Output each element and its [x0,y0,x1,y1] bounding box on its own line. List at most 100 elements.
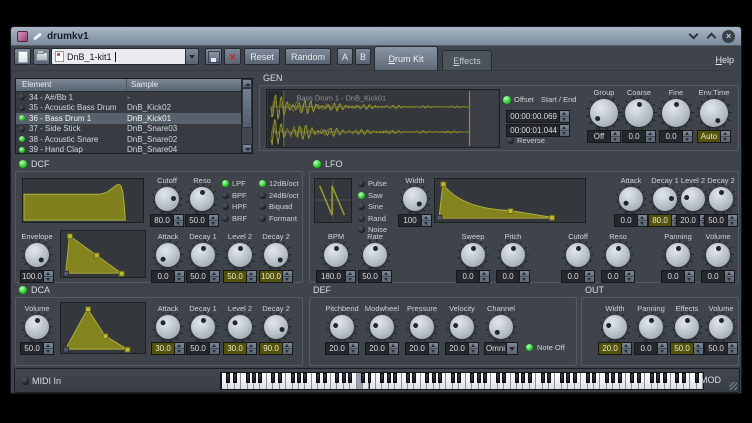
lfo-sweep-knob[interactable] [461,243,485,267]
dropdown-arrow[interactable] [506,343,517,354]
def-pressure-knob[interactable] [410,315,434,339]
spin-buttons[interactable] [345,271,355,282]
black-key[interactable] [483,373,487,383]
spin-buttons[interactable] [727,215,737,226]
scroll-down-button[interactable] [242,144,252,153]
black-key[interactable] [547,373,551,383]
b-button[interactable]: B [355,48,371,65]
lfo-volume-spinbox[interactable]: 0.0 [701,270,735,283]
spin-buttons[interactable] [621,343,631,354]
radio-biquad[interactable]: Biquad [259,202,299,211]
black-key[interactable] [432,373,436,383]
black-key[interactable] [528,373,532,383]
gen-envtime-knob[interactable] [700,99,728,127]
spin-buttons[interactable] [174,271,184,282]
radio-brf[interactable]: BRF [222,214,247,223]
def-pitchbend-spinbox[interactable]: 20.0 [325,342,359,355]
lfo-attack-knob[interactable] [619,187,643,211]
random-button[interactable]: Random [285,48,331,65]
gen-group-spinbox[interactable]: Off [587,130,621,143]
spin-buttons[interactable] [282,271,292,282]
black-key[interactable] [656,373,660,383]
lfo-width-knob[interactable] [403,187,427,211]
dca-attack-spinbox[interactable]: 30.0 [151,342,185,355]
black-key[interactable] [297,373,301,383]
black-key[interactable] [323,373,327,383]
black-key[interactable] [335,373,339,383]
black-key[interactable] [246,373,250,383]
black-key[interactable] [316,373,320,383]
spin-buttons[interactable] [727,343,737,354]
spin-buttons[interactable] [174,343,184,354]
black-key[interactable] [573,373,577,383]
lfo-panning-knob[interactable] [666,243,690,267]
spin-buttons[interactable] [388,343,398,354]
dcf-decay2-knob[interactable] [264,243,288,267]
spin-buttons[interactable] [519,271,529,282]
black-key[interactable] [291,373,295,383]
lfo-cutoff-knob[interactable] [566,243,590,267]
dcf-envelope-display[interactable] [60,230,146,278]
spin-buttons[interactable] [610,131,620,142]
black-key[interactable] [258,373,262,383]
lfo-rate-spinbox[interactable]: 50.0 [358,270,392,283]
scroll-up-button[interactable] [242,79,252,88]
lfo-panning-spinbox[interactable]: 0.0 [661,270,695,283]
lfo-attack-spinbox[interactable]: 0.0 [614,214,648,227]
spin-buttons[interactable] [479,271,489,282]
preset-field[interactable]: DnB_1-kit1 [52,49,185,64]
black-key[interactable] [425,373,429,383]
black-key[interactable] [637,373,641,383]
radio-bpf[interactable]: BPF [222,191,247,200]
spin-buttons[interactable] [421,215,431,226]
dcf-reso-spinbox[interactable]: 50.0 [185,214,219,227]
maximize-button[interactable] [704,29,718,43]
spin-buttons[interactable] [348,343,358,354]
radio-rand[interactable]: Rand [358,214,387,223]
lfo-bpm-spinbox[interactable]: 180.0 [316,270,356,283]
spin-buttons[interactable] [173,215,183,226]
column-sample[interactable]: Sample [127,79,252,91]
dcf-decay2-spinbox[interactable]: 100.0 [259,270,293,283]
gen-fine-knob[interactable] [662,99,690,127]
spin-buttons[interactable] [724,271,734,282]
black-key[interactable] [682,373,686,383]
black-key[interactable] [368,373,372,383]
dcf-envelope-knob[interactable] [25,243,49,267]
lfo-reso-spinbox[interactable]: 0.0 [601,270,635,283]
black-key[interactable] [342,373,346,383]
new-preset-button[interactable] [14,48,31,65]
black-key[interactable] [502,373,506,383]
dca-attack-knob[interactable] [156,315,180,339]
element-row-34[interactable]: 34 - A#/Bb 1 - [16,92,252,103]
dca-volume-knob[interactable] [25,315,49,339]
lfo-pitch-spinbox[interactable]: 0.0 [496,270,530,283]
minimize-button[interactable] [686,29,700,43]
spin-buttons[interactable] [559,125,569,136]
black-key[interactable] [271,373,275,383]
black-key[interactable] [560,373,564,383]
resize-grip[interactable] [729,382,737,390]
dca-volume-spinbox[interactable]: 50.0 [20,342,54,355]
dca-led[interactable] [19,286,27,294]
black-key[interactable] [695,373,699,383]
dcf-attack-knob[interactable] [156,243,180,267]
radio-hpf[interactable]: HPF [222,202,247,211]
element-row-39[interactable]: 39 - Hand Clap DnB_Snare04 [16,145,252,156]
save-preset-button[interactable] [205,48,222,65]
dcf-attack-spinbox[interactable]: 0.0 [151,270,185,283]
dcf-cutoff-knob[interactable] [155,187,179,211]
column-element[interactable]: Element [16,79,127,91]
delete-preset-button[interactable]: × [224,48,241,65]
dca-level2-spinbox[interactable]: 30.0 [223,342,257,355]
spin-buttons[interactable] [282,343,292,354]
reset-button[interactable]: Reset [244,48,280,65]
lfo-sweep-spinbox[interactable]: 0.0 [456,270,490,283]
black-key[interactable] [380,373,384,383]
note-off-led[interactable] [526,344,533,351]
dca-decay1-knob[interactable] [191,315,215,339]
mod-label[interactable]: MOD [700,375,721,385]
def-pitchbend-knob[interactable] [330,315,354,339]
out-effects-spinbox[interactable]: 50.0 [670,342,704,355]
element-row-37[interactable]: 37 - Side Stick DnB_Snare03 [16,124,252,135]
